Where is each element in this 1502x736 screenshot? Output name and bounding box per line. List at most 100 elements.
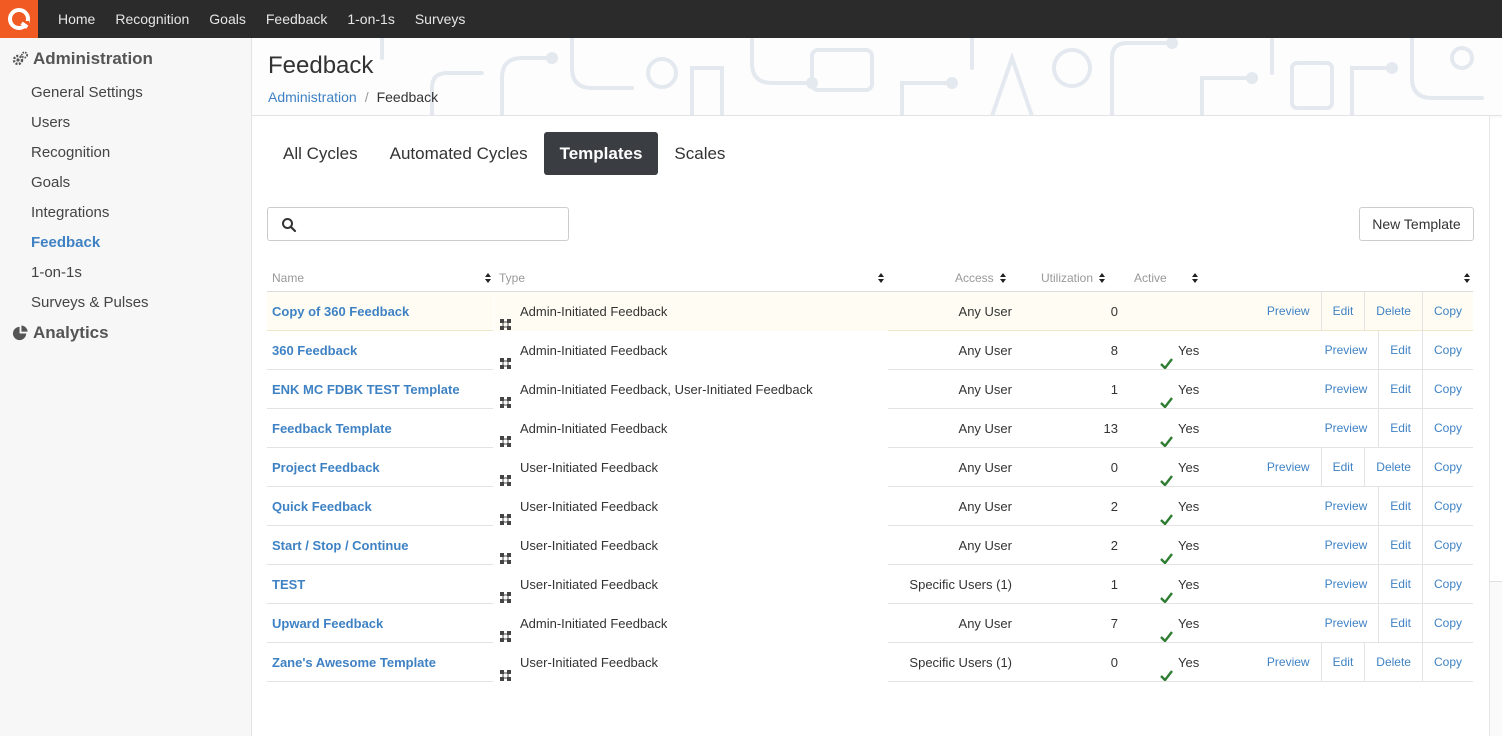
table-row: ENK MC FDBK TEST Template Admin-Initiated… xyxy=(267,370,1473,409)
copy-link[interactable]: Copy xyxy=(1421,331,1473,370)
copy-link[interactable]: Copy xyxy=(1421,487,1473,526)
app-logo[interactable] xyxy=(0,0,38,38)
edit-link[interactable]: Edit xyxy=(1378,487,1422,526)
template-type-icon xyxy=(500,423,511,447)
sort-icon[interactable] xyxy=(1192,273,1199,283)
template-name-link[interactable]: Project Feedback xyxy=(272,448,380,487)
template-utilization: 13 xyxy=(1103,421,1118,436)
logo-icon xyxy=(8,8,30,30)
copy-link[interactable]: Copy xyxy=(1421,409,1473,448)
sort-icon[interactable] xyxy=(1464,273,1471,283)
search-input[interactable] xyxy=(304,212,560,236)
template-name-link[interactable]: Quick Feedback xyxy=(272,487,372,526)
template-name-link[interactable]: Upward Feedback xyxy=(272,604,383,643)
template-type: Admin-Initiated Feedback xyxy=(493,331,888,370)
breadcrumb-administration-link[interactable]: Administration xyxy=(268,89,357,105)
template-name-link[interactable]: Feedback Template xyxy=(272,409,392,448)
preview-link[interactable]: Preview xyxy=(1314,370,1379,409)
preview-link[interactable]: Preview xyxy=(1256,448,1321,487)
row-actions: Preview Edit Copy xyxy=(1314,331,1473,370)
column-header-access[interactable]: Access xyxy=(955,264,1007,292)
sort-icon[interactable] xyxy=(1099,273,1106,283)
topnav-item-home[interactable]: Home xyxy=(48,0,105,38)
row-actions: Preview Edit Delete Copy xyxy=(1256,448,1473,487)
copy-link[interactable]: Copy xyxy=(1421,604,1473,643)
sidebar-item-feedback[interactable]: Feedback xyxy=(0,228,251,258)
template-name-link[interactable]: Zane's Awesome Template xyxy=(272,643,436,682)
column-header-type[interactable]: Type xyxy=(499,264,525,292)
sidebar-item-general-settings[interactable]: General Settings xyxy=(0,78,251,108)
edit-link[interactable]: Edit xyxy=(1378,409,1422,448)
edit-link[interactable]: Edit xyxy=(1378,331,1422,370)
delete-link[interactable]: Delete xyxy=(1364,448,1422,487)
preview-link[interactable]: Preview xyxy=(1256,292,1321,331)
preview-link[interactable]: Preview xyxy=(1314,526,1379,565)
delete-link[interactable]: Delete xyxy=(1364,292,1422,331)
column-header-active[interactable]: Active xyxy=(1134,264,1167,292)
sidebar-item-surveys-pulses[interactable]: Surveys & Pulses xyxy=(0,288,251,318)
template-type-icon xyxy=(500,540,511,564)
row-actions: Preview Edit Copy xyxy=(1314,487,1473,526)
template-name-link[interactable]: 360 Feedback xyxy=(272,331,357,370)
template-type: Admin-Initiated Feedback xyxy=(493,409,888,448)
template-name-link[interactable]: TEST xyxy=(272,565,305,604)
template-utilization: 0 xyxy=(1110,304,1118,319)
topnav-item-1-on-1s[interactable]: 1-on-1s xyxy=(337,0,404,38)
preview-link[interactable]: Preview xyxy=(1256,643,1321,682)
edit-link[interactable]: Edit xyxy=(1378,370,1422,409)
row-actions: Preview Edit Copy xyxy=(1314,370,1473,409)
sort-icon[interactable] xyxy=(485,273,492,283)
tab-scales[interactable]: Scales xyxy=(658,132,741,175)
template-name-link[interactable]: Start / Stop / Continue xyxy=(272,526,409,565)
copy-link[interactable]: Copy xyxy=(1421,526,1473,565)
sidebar-section-analytics[interactable]: Analytics xyxy=(0,318,251,348)
edit-link[interactable]: Edit xyxy=(1378,604,1422,643)
topnav-item-surveys[interactable]: Surveys xyxy=(405,0,476,38)
scrollbar-thumb[interactable] xyxy=(1490,118,1502,582)
template-utilization: 2 xyxy=(1110,499,1118,514)
delete-link[interactable]: Delete xyxy=(1364,643,1422,682)
tab-automated-cycles[interactable]: Automated Cycles xyxy=(374,132,544,175)
active-label: Yes xyxy=(1178,499,1200,514)
new-template-button[interactable]: New Template xyxy=(1359,207,1474,241)
copy-link[interactable]: Copy xyxy=(1421,565,1473,604)
sidebar-item-1-on-1s[interactable]: 1-on-1s xyxy=(0,258,251,288)
sidebar-item-users[interactable]: Users xyxy=(0,108,251,138)
copy-link[interactable]: Copy xyxy=(1421,643,1473,682)
preview-link[interactable]: Preview xyxy=(1314,409,1379,448)
topnav-item-recognition[interactable]: Recognition xyxy=(105,0,199,38)
edit-link[interactable]: Edit xyxy=(1320,643,1365,682)
sidebar-item-integrations[interactable]: Integrations xyxy=(0,198,251,228)
column-header-utilization[interactable]: Utilization xyxy=(1041,264,1106,292)
tab-templates[interactable]: Templates xyxy=(543,132,659,175)
template-name-link[interactable]: Copy of 360 Feedback xyxy=(272,292,409,331)
template-type-icon xyxy=(500,384,511,408)
topnav-item-goals[interactable]: Goals xyxy=(199,0,256,38)
template-type-label: Admin-Initiated Feedback xyxy=(520,421,668,436)
preview-link[interactable]: Preview xyxy=(1314,331,1379,370)
sidebar-item-goals[interactable]: Goals xyxy=(0,168,251,198)
topnav-item-feedback[interactable]: Feedback xyxy=(256,0,337,38)
tab-all-cycles[interactable]: All Cycles xyxy=(267,132,374,175)
column-header-name[interactable]: Name xyxy=(272,264,304,292)
edit-link[interactable]: Edit xyxy=(1320,292,1365,331)
template-name-link[interactable]: ENK MC FDBK TEST Template xyxy=(272,370,460,409)
sidebar-section-administration[interactable]: Administration xyxy=(0,44,251,74)
edit-link[interactable]: Edit xyxy=(1320,448,1365,487)
sidebar-item-recognition[interactable]: Recognition xyxy=(0,138,251,168)
edit-link[interactable]: Edit xyxy=(1378,526,1422,565)
copy-link[interactable]: Copy xyxy=(1421,370,1473,409)
preview-link[interactable]: Preview xyxy=(1314,487,1379,526)
table-row: Copy of 360 Feedback Admin-Initiated Feed… xyxy=(267,292,1473,331)
sort-icon[interactable] xyxy=(878,273,885,283)
copy-link[interactable]: Copy xyxy=(1421,292,1473,331)
edit-link[interactable]: Edit xyxy=(1378,565,1422,604)
copy-link[interactable]: Copy xyxy=(1421,448,1473,487)
check-icon xyxy=(1160,540,1173,565)
template-active-status: Yes xyxy=(1160,409,1199,448)
search-box[interactable] xyxy=(267,207,569,241)
sort-icon[interactable] xyxy=(999,273,1007,283)
template-type-label: User-Initiated Feedback xyxy=(520,577,659,592)
preview-link[interactable]: Preview xyxy=(1314,565,1379,604)
preview-link[interactable]: Preview xyxy=(1314,604,1379,643)
